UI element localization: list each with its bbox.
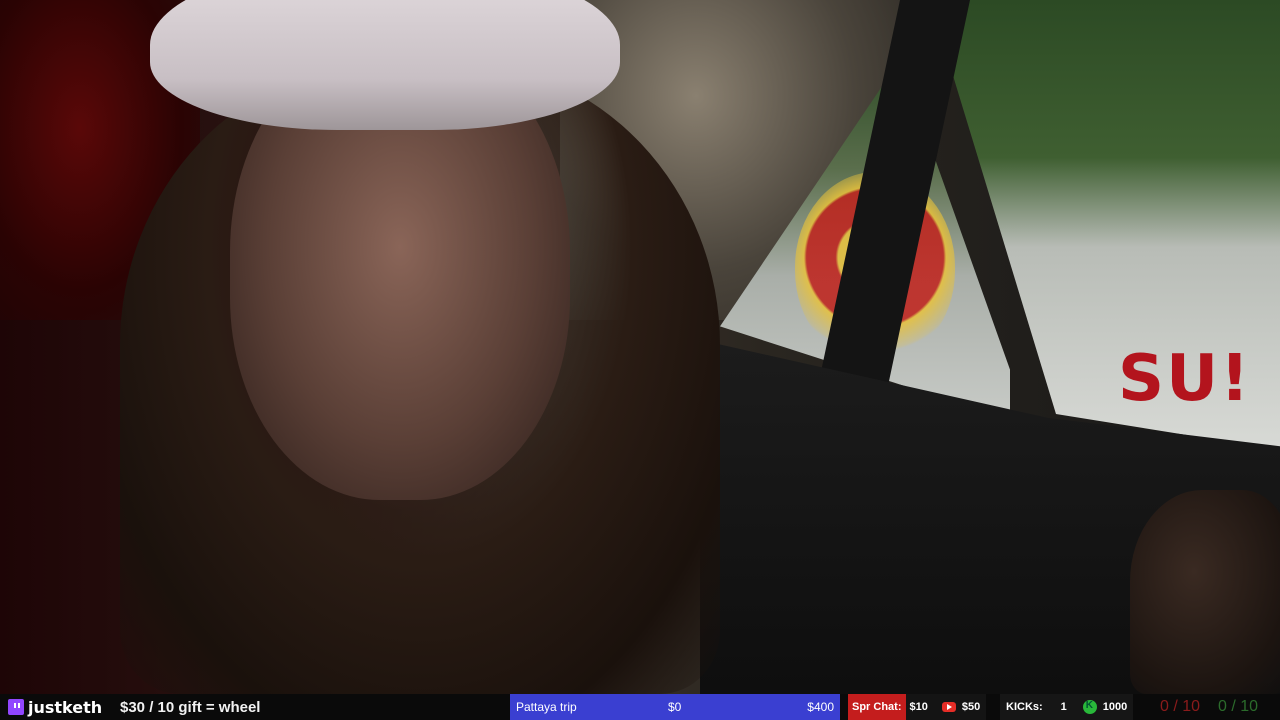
streamer-cap [150, 0, 620, 130]
channel-brand: justketh [8, 694, 102, 720]
super-chat-panel: Spr Chat: $10 $50 [848, 694, 987, 720]
outside-banner-text: SU! [1118, 342, 1252, 416]
kicks-value1: 1 [1060, 701, 1067, 713]
streamer-hand [1130, 490, 1280, 694]
counter-red: 0 / 10 [1160, 698, 1201, 715]
youtube-icon [941, 702, 956, 712]
stream-overlay-bar: justketh $30 / 10 gift = wheel Pattaya t… [0, 694, 1280, 720]
goal-name: Pattaya trip [516, 700, 577, 714]
channel-name: justketh [28, 697, 103, 717]
kicks-value2: 1000 [1102, 701, 1128, 713]
goal-current: $0 [668, 700, 682, 714]
goal-target: $400 [807, 700, 834, 714]
spr-chat-amount1: $10 [909, 701, 928, 713]
gift-promo-text: $30 / 10 gift = wheel [120, 698, 261, 716]
spr-chat-label: Spr Chat: [848, 694, 906, 720]
kicks-label: KICKs: [1006, 701, 1043, 713]
kicks-panel: KICKs: 1 1000 [1000, 694, 1134, 720]
counter-green: 0 / 10 [1218, 698, 1259, 715]
twitch-icon [8, 699, 24, 715]
kick-icon [1082, 700, 1097, 714]
stream-video: SU! [0, 0, 1280, 694]
donation-goal-bar: Pattaya trip $0 $400 [510, 694, 840, 720]
spr-chat-amount2: $50 [961, 701, 981, 713]
